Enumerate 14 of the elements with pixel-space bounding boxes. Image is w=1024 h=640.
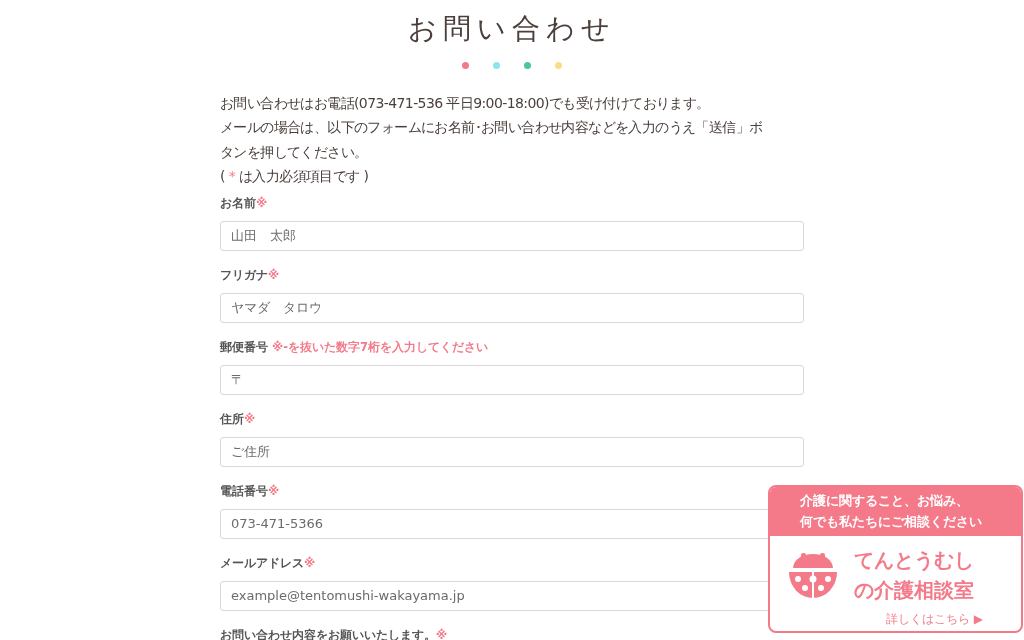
field-label: 電話番号※ xyxy=(220,482,280,500)
intro-text: メールの場合は、以下のフォームにお名前･お問い合わせ内容などを入力のうえ「送信」ボタンを押してください。 xyxy=(220,118,764,162)
brand-name: てんとうむし xyxy=(854,548,974,574)
brand-name: の介護相談室 xyxy=(854,578,974,604)
banner-heading: 介護に関すること、お悩み、 xyxy=(800,492,970,510)
field-label: お名前※ xyxy=(220,194,268,212)
page-title: お問い合わせ xyxy=(407,12,617,46)
required-note: ( * は入力必須項目です ) xyxy=(220,167,370,187)
field-label: 住所※ xyxy=(220,410,256,428)
field-label: メールアドレス※ xyxy=(220,554,316,572)
field-label: 郵便番号 ※-を抜いた数字7桁を入力してください xyxy=(220,338,488,356)
field-label: フリガナ※ xyxy=(220,266,280,284)
intro-text: お問い合わせはお電話(073-471-536 平日9:00-18:00)でも受け付けております。 xyxy=(220,93,711,113)
field-label: お問い合わせ内容をお願いいたします。※ xyxy=(220,626,448,640)
